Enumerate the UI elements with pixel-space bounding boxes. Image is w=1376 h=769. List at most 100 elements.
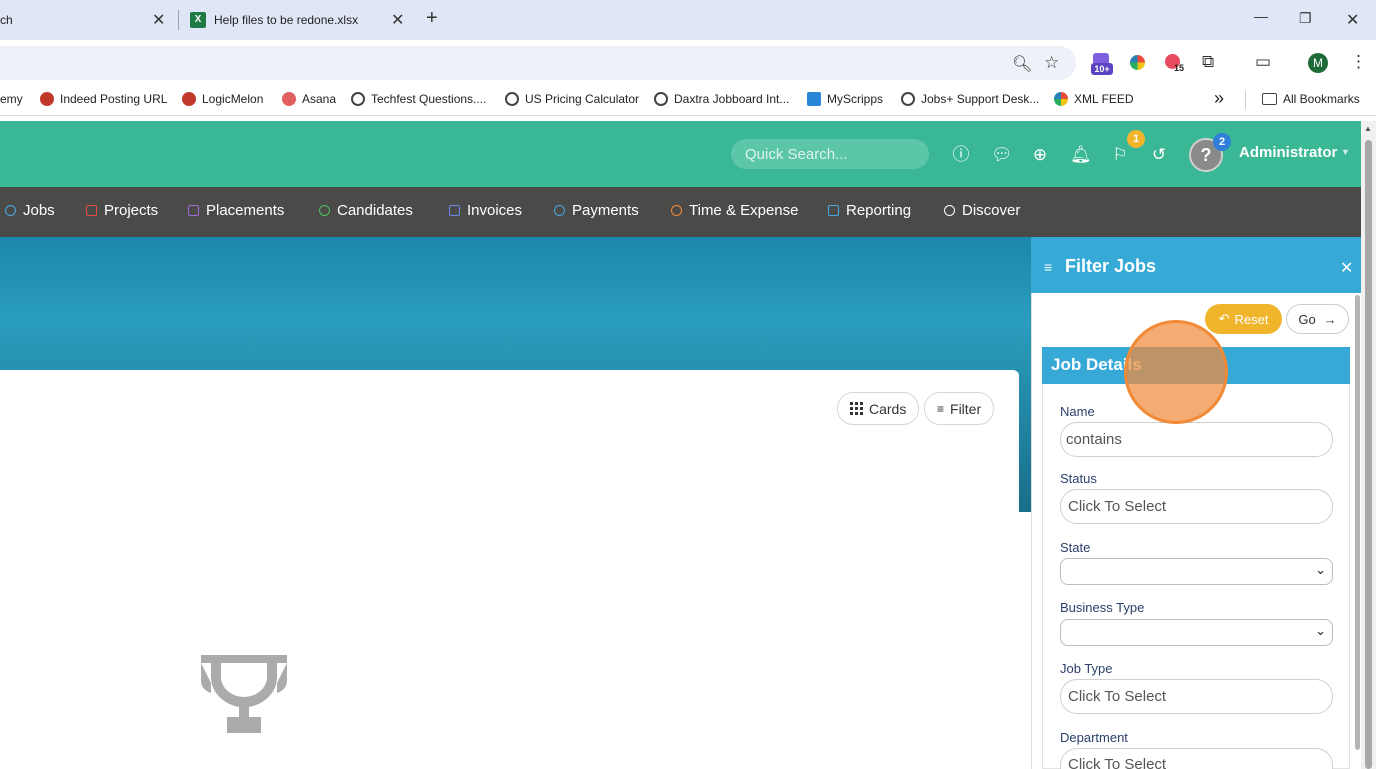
new-tab-icon[interactable]: + bbox=[426, 7, 438, 30]
history-icon[interactable]: ↺ bbox=[1149, 145, 1169, 165]
bell-icon[interactable]: 🔔︎ bbox=[1070, 145, 1092, 165]
nav-label: Reporting bbox=[846, 202, 912, 219]
nav-label: Discover bbox=[962, 202, 1021, 219]
status-select[interactable]: Click To Select bbox=[1060, 489, 1333, 524]
bookmark-item[interactable]: emy bbox=[0, 92, 23, 106]
trophy-icon bbox=[201, 655, 287, 733]
zoom-icon[interactable]: 🔍︎ bbox=[1012, 54, 1032, 74]
name-operator-select[interactable]: contains bbox=[1060, 422, 1333, 457]
more-bookmarks-icon[interactable]: » bbox=[1214, 88, 1224, 109]
bookmark-item[interactable]: Asana bbox=[282, 92, 336, 106]
document-icon bbox=[449, 205, 460, 216]
bookmark-label: Daxtra Jobboard Int... bbox=[674, 92, 790, 106]
nav-item-discover[interactable]: Discover bbox=[944, 202, 1020, 219]
quick-search-input[interactable] bbox=[731, 139, 929, 169]
profile-avatar[interactable]: M bbox=[1308, 53, 1328, 73]
bookmark-item[interactable]: LogicMelon bbox=[182, 92, 263, 106]
nav-item-invoices[interactable]: Invoices bbox=[449, 202, 522, 219]
filter-label: Filter bbox=[950, 400, 982, 417]
close-tab-icon[interactable]: ✕ bbox=[391, 10, 404, 30]
go-label: Go bbox=[1298, 311, 1316, 327]
panel-scrollbar-thumb[interactable] bbox=[1355, 295, 1360, 750]
close-tab-icon[interactable]: ✕ bbox=[152, 10, 165, 30]
state-select[interactable]: ⌄ bbox=[1060, 558, 1333, 585]
bookmark-item[interactable]: MyScripps bbox=[807, 92, 883, 106]
name-label: Name bbox=[1060, 404, 1095, 419]
nav-label: Payments bbox=[572, 202, 639, 219]
add-icon[interactable]: ⊕ bbox=[1030, 145, 1050, 165]
bookmark-label: MyScripps bbox=[827, 92, 884, 106]
asana-icon bbox=[282, 92, 296, 106]
filter-icon: ≡ bbox=[937, 401, 945, 416]
filter-panel-title: Filter Jobs bbox=[1065, 256, 1157, 276]
globe-icon bbox=[654, 92, 668, 106]
department-label: Department bbox=[1060, 730, 1128, 745]
extension-badge: 10+ bbox=[1091, 63, 1113, 75]
minimize-icon[interactable]: — bbox=[1254, 8, 1268, 24]
globe-icon bbox=[505, 92, 519, 106]
bookmark-label: XML FEED bbox=[1074, 92, 1134, 106]
bookmark-item[interactable]: US Pricing Calculator bbox=[505, 92, 639, 106]
extension-icon[interactable]: 15 bbox=[1165, 54, 1187, 76]
nav-item-candidates[interactable]: Candidates bbox=[319, 202, 413, 219]
department-select[interactable]: Click To Select bbox=[1060, 748, 1333, 769]
bookmark-favicon-icon bbox=[182, 92, 196, 106]
filter-button[interactable]: ≡ Filter bbox=[924, 392, 995, 425]
more-menu-icon[interactable]: ⋮ bbox=[1350, 52, 1367, 72]
nav-item-projects[interactable]: Projects bbox=[86, 202, 158, 219]
reset-label: Reset bbox=[1234, 311, 1269, 327]
bookmark-item[interactable]: Daxtra Jobboard Int... bbox=[654, 92, 789, 106]
bookmark-item[interactable]: Techfest Questions.... bbox=[351, 92, 486, 106]
content-card bbox=[0, 370, 1019, 769]
tab-divider bbox=[178, 10, 179, 30]
user-name[interactable]: Administrator bbox=[1239, 144, 1337, 161]
bookmark-item[interactable]: XML FEED bbox=[1054, 92, 1134, 106]
bookmark-item[interactable]: Indeed Posting URL bbox=[40, 92, 167, 106]
bookmarks-bar: emy Indeed Posting URL LogicMelon Asana … bbox=[0, 84, 1376, 116]
scroll-up-icon[interactable]: ▲ bbox=[1364, 124, 1372, 133]
flag-icon[interactable]: ⚐ bbox=[1110, 145, 1130, 165]
chevron-down-icon[interactable]: ▼ bbox=[1341, 147, 1350, 157]
puzzle-icon[interactable]: ⧉ bbox=[1202, 52, 1214, 72]
extension-icon[interactable]: 10+ bbox=[1091, 53, 1113, 75]
nav-item-payments[interactable]: Payments bbox=[554, 202, 639, 219]
reset-button[interactable]: ↶ Reset bbox=[1205, 304, 1282, 334]
bookmark-favicon-icon bbox=[40, 92, 54, 106]
address-bar[interactable] bbox=[0, 46, 1076, 80]
star-icon[interactable]: ☆ bbox=[1044, 53, 1059, 73]
business-type-select[interactable]: ⌄ bbox=[1060, 619, 1333, 646]
nav-item-reporting[interactable]: Reporting bbox=[828, 202, 911, 219]
undo-icon: ↶ bbox=[1218, 311, 1230, 326]
nav-label: Jobs bbox=[23, 202, 55, 219]
extension-icon[interactable] bbox=[1130, 55, 1145, 70]
browser-tab-strip: ch ✕ X Help files to be redone.xlsx ✕ + … bbox=[0, 0, 1376, 40]
trophy-icon bbox=[5, 205, 16, 216]
nav-label: Candidates bbox=[337, 202, 413, 219]
nav-item-time-expense[interactable]: Time & Expense bbox=[671, 202, 799, 219]
bookmark-label: US Pricing Calculator bbox=[525, 92, 640, 106]
nav-item-placements[interactable]: Placements bbox=[188, 202, 284, 219]
browser-tab[interactable]: ch bbox=[0, 0, 176, 40]
browser-tab-excel[interactable]: X Help files to be redone.xlsx bbox=[190, 0, 410, 40]
close-window-icon[interactable]: ✕ bbox=[1346, 10, 1359, 30]
business-type-label: Business Type bbox=[1060, 600, 1145, 615]
bookmark-label: Indeed Posting URL bbox=[60, 92, 168, 106]
arrow-right-icon: → bbox=[1323, 311, 1337, 327]
tab-title: Help files to be redone.xlsx bbox=[214, 13, 359, 27]
chat-icon[interactable]: 💬︎ bbox=[991, 145, 1013, 165]
close-icon[interactable]: ✕ bbox=[1340, 258, 1353, 278]
nav-label: Placements bbox=[206, 202, 285, 219]
cards-view-button[interactable]: Cards bbox=[837, 392, 920, 425]
maximize-icon[interactable]: ❐ bbox=[1299, 10, 1312, 27]
all-bookmarks[interactable]: All Bookmarks bbox=[1262, 92, 1360, 106]
nav-item-jobs[interactable]: Jobs bbox=[5, 202, 55, 219]
bookmark-item[interactable]: Jobs+ Support Desk... bbox=[901, 92, 1039, 106]
cast-icon[interactable]: ▭ bbox=[1255, 52, 1271, 72]
job-type-select[interactable]: Click To Select bbox=[1060, 679, 1333, 714]
go-button[interactable]: Go → bbox=[1286, 304, 1349, 334]
payment-icon bbox=[554, 205, 565, 216]
help-icon[interactable]: ⓘ bbox=[951, 145, 971, 165]
page-scrollbar-thumb[interactable] bbox=[1365, 140, 1372, 769]
bar-chart-icon bbox=[828, 205, 839, 216]
tab-title: ch bbox=[0, 13, 13, 27]
